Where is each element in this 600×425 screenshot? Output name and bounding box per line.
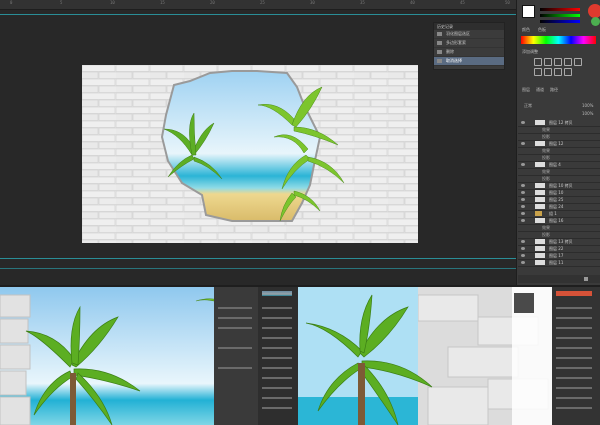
- eye-icon[interactable]: [521, 261, 525, 264]
- history-item[interactable]: 删除: [434, 48, 504, 57]
- color-spectrum-bar[interactable]: [521, 36, 596, 44]
- layer-thumbnail: [535, 120, 545, 125]
- history-snapshot-icon: [437, 50, 442, 54]
- layer-thumbnail: [535, 162, 545, 167]
- adjustment-icon[interactable]: [534, 58, 542, 66]
- layer-thumbnail: [535, 260, 545, 265]
- trash-icon[interactable]: [584, 277, 588, 281]
- adjustment-icon[interactable]: [544, 58, 552, 66]
- layer-thumbnail: [535, 239, 545, 244]
- adjustments-title: 添加调整: [522, 49, 538, 54]
- layer-thumbnail: [535, 218, 545, 223]
- history-item[interactable]: 多边形套索: [434, 39, 504, 48]
- guide-line[interactable]: [0, 268, 516, 269]
- color-picker-thumb: [514, 293, 534, 313]
- color-slider-g[interactable]: [540, 14, 580, 17]
- adjustment-icon[interactable]: [564, 58, 572, 66]
- history-snapshot-icon: [437, 59, 442, 63]
- adjustment-icon[interactable]: [554, 68, 562, 76]
- adjustment-icon[interactable]: [574, 58, 582, 66]
- layer-thumbnail: [535, 183, 545, 188]
- adjustments-icon-grid: [534, 58, 584, 78]
- layer-thumbnail: [535, 197, 545, 202]
- guide-line[interactable]: [0, 14, 516, 15]
- tab-swatches[interactable]: 色板: [538, 27, 546, 33]
- eye-icon[interactable]: [521, 205, 525, 208]
- brick-wall-edge: [0, 294, 31, 425]
- eye-icon[interactable]: [521, 247, 525, 250]
- color-slider-b[interactable]: [540, 20, 580, 23]
- color-slider-r[interactable]: [540, 8, 580, 11]
- tab-color[interactable]: 颜色: [522, 27, 530, 33]
- eye-icon[interactable]: [521, 184, 525, 187]
- history-snapshot-icon: [437, 32, 442, 36]
- folder-icon: [535, 211, 542, 216]
- ruler-ticks: 0 5 10 15 20 25 30 35 40 45 50: [10, 0, 510, 5]
- layers-footer-bar: [518, 275, 600, 283]
- adjustment-icon[interactable]: [544, 68, 552, 76]
- eye-icon[interactable]: [521, 191, 525, 194]
- layer-row[interactable]: 图层 11: [518, 259, 600, 267]
- layer-thumbnail: [535, 141, 545, 146]
- eye-icon[interactable]: [521, 163, 525, 166]
- zoomed-preview-left: [0, 287, 298, 425]
- adjustment-icon[interactable]: [564, 68, 572, 76]
- layer-thumbnail: [535, 253, 545, 258]
- eye-icon[interactable]: [521, 121, 525, 124]
- eye-icon[interactable]: [521, 198, 525, 201]
- adjustment-icon[interactable]: [534, 68, 542, 76]
- eye-icon[interactable]: [521, 254, 525, 257]
- document-canvas-image[interactable]: [82, 65, 418, 243]
- guide-line[interactable]: [0, 258, 516, 259]
- history-panel-title: 历史记录: [434, 23, 504, 30]
- eye-icon[interactable]: [521, 240, 525, 243]
- history-item-selected[interactable]: 取消选择: [434, 57, 504, 66]
- zoomed-preview-right: [298, 287, 600, 425]
- eye-icon[interactable]: [521, 219, 525, 222]
- palm-trunk: [70, 373, 76, 425]
- eye-icon[interactable]: [521, 212, 525, 215]
- eye-icon[interactable]: [521, 142, 525, 145]
- notification-badge-green: [591, 17, 600, 26]
- notification-badge-red: [588, 4, 600, 18]
- history-snapshot-icon: [437, 41, 442, 45]
- layer-thumbnail: [535, 204, 545, 209]
- layer-thumbnail: [535, 246, 545, 251]
- history-item[interactable]: 羽化图层选区: [434, 30, 504, 39]
- foreground-color-swatch[interactable]: [522, 5, 535, 18]
- layers-list: 图层 12 拷贝 效果 投影 图层 12 效果 投影 图层 4 效果 投影 图层…: [518, 85, 600, 285]
- adjustment-icon[interactable]: [554, 58, 562, 66]
- layer-thumbnail: [535, 190, 545, 195]
- history-panel: 历史记录 羽化图层选区 多边形套索 删除 取消选择: [433, 22, 505, 70]
